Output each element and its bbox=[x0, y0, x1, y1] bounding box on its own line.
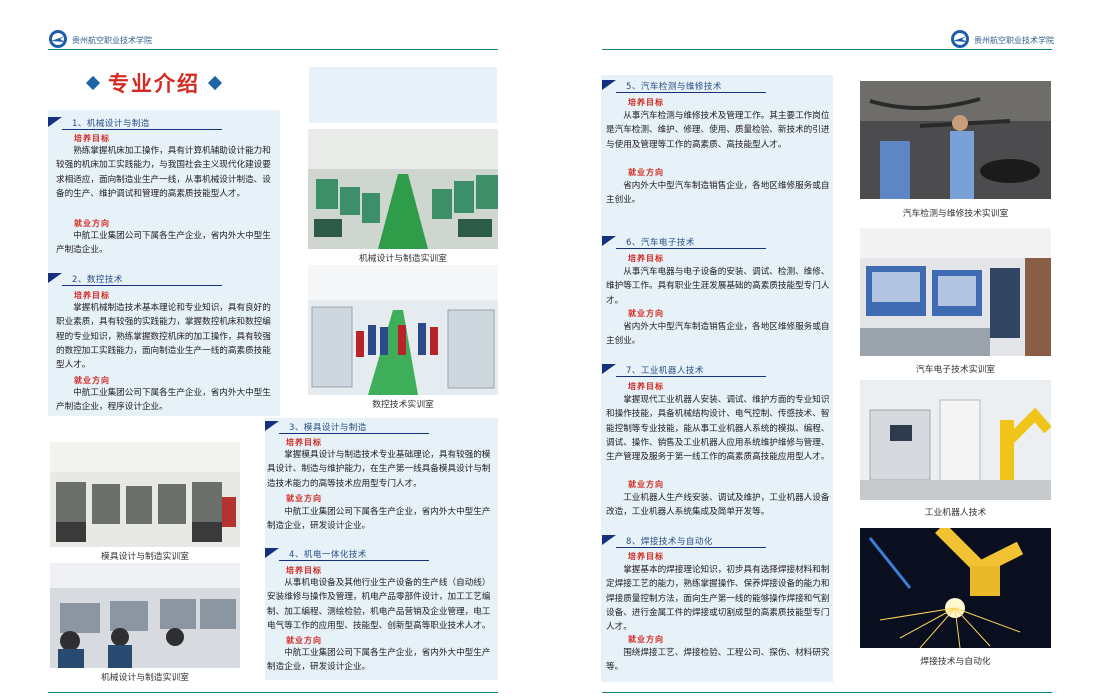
section-8-job-label: 就业方向 bbox=[628, 635, 664, 644]
header-school-name-right: 贵州航空职业技术学院 bbox=[974, 36, 1054, 45]
section-4-job-text: 中航工业集团公司下属各生产企业，省内外大中型生产制造企业，研发设计企业。 bbox=[267, 648, 491, 673]
triangle-marker-icon bbox=[48, 273, 62, 283]
school-logo-icon bbox=[49, 30, 67, 48]
section-7-goal-label: 培养目标 bbox=[628, 382, 664, 391]
triangle-marker-icon bbox=[265, 548, 279, 558]
footer-rule-right bbox=[602, 692, 1052, 693]
heading-rule bbox=[616, 376, 766, 377]
section-3-title: 3、模具设计与制造 bbox=[289, 423, 367, 433]
caption-mold-lab: 模具设计与制造实训室 bbox=[101, 552, 189, 562]
section-1-job-text: 中航工业集团公司下属各生产企业，省内外大中型生产制造企业。 bbox=[56, 231, 271, 256]
section-3-job-text: 中航工业集团公司下属各生产企业，省内外大中型生产制造企业，研发设计企业。 bbox=[267, 507, 491, 532]
photo-robot-lab bbox=[860, 380, 1051, 500]
section-5-title: 5、汽车检测与维修技术 bbox=[626, 82, 722, 92]
section-8-title: 8、焊接技术与自动化 bbox=[626, 537, 713, 547]
section-7-goal-text: 掌握现代工业机器人安装、调试、维护方面的专业知识和操作技能，具备机械结构设计、电… bbox=[606, 395, 830, 463]
triangle-marker-icon bbox=[602, 80, 616, 90]
blank-panel bbox=[309, 67, 497, 123]
caption-machining-lab: 机械设计与制造实训室 bbox=[359, 254, 447, 264]
section-2-title: 2、数控技术 bbox=[72, 275, 123, 285]
caption-computer-lab: 机械设计与制造实训室 bbox=[101, 673, 189, 683]
section-6-job-label: 就业方向 bbox=[628, 309, 664, 318]
caption-auto-repair-lab: 汽车检测与维修技术实训室 bbox=[902, 209, 1009, 219]
section-1-goal-text: 熟练掌握机床加工操作，具有计算机辅助设计能力和较强的机床加工实践能力，与我国社会… bbox=[56, 146, 271, 199]
section-6-job-text: 省内外大中型汽车制造销售企业，各地区维修服务或自主创业。 bbox=[606, 322, 830, 347]
section-1-job-label: 就业方向 bbox=[74, 219, 110, 228]
section-2-job-label: 就业方向 bbox=[74, 376, 110, 385]
diamond-icon bbox=[207, 75, 223, 91]
heading-rule bbox=[279, 560, 429, 561]
photo-cnc-lab bbox=[308, 265, 498, 395]
caption-robot-lab: 工业机器人技术 bbox=[924, 508, 987, 518]
section-6-goal-label: 培养目标 bbox=[628, 254, 664, 263]
triangle-marker-icon bbox=[602, 236, 616, 246]
section-3-goal-text: 掌握模具设计与制造技术专业基础理论，具有较强的模具设计、制造与维护能力，在生产第… bbox=[267, 450, 491, 489]
heading-rule bbox=[279, 433, 429, 434]
triangle-marker-icon bbox=[48, 117, 62, 127]
triangle-marker-icon bbox=[602, 364, 616, 374]
caption-auto-electronics-lab: 汽车电子技术实训室 bbox=[915, 365, 996, 375]
section-5-goal-label: 培养目标 bbox=[628, 98, 664, 107]
header-school-name-left: 贵州航空职业技术学院 bbox=[72, 36, 152, 45]
section-1-goal-label: 培养目标 bbox=[74, 134, 110, 143]
section-8-goal-text: 掌握基本的焊接理论知识，初步具有选择焊接材料和制定焊接工艺的能力，熟练掌握操作、… bbox=[606, 565, 830, 633]
section-4-job-label: 就业方向 bbox=[286, 636, 322, 645]
heading-rule bbox=[616, 248, 766, 249]
section-3-job-label: 就业方向 bbox=[286, 494, 322, 503]
section-1-title: 1、机械设计与制造 bbox=[72, 119, 150, 129]
triangle-marker-icon bbox=[265, 421, 279, 431]
header-rule-right bbox=[602, 49, 1052, 50]
section-7-job-text: 工业机器人生产线安装、调试及维护，工业机器人设备改造，工业机器人系统集成及简单开… bbox=[606, 493, 830, 518]
section-5-job-label: 就业方向 bbox=[628, 168, 664, 177]
photo-machining-lab bbox=[308, 129, 498, 249]
section-3-goal-label: 培养目标 bbox=[286, 438, 322, 447]
page-title: 专业介绍 bbox=[108, 72, 200, 96]
caption-welding-lab: 焊接技术与自动化 bbox=[920, 657, 991, 667]
section-4-goal-label: 培养目标 bbox=[286, 566, 322, 575]
section-2-goal-text: 掌握机械制造技术基本理论和专业知识，具有良好的职业素质，具有较强的实践能力，掌握… bbox=[56, 303, 271, 371]
section-2-job-text: 中航工业集团公司下属各生产企业，省内外大中型生产制造企业，程序设计企业。 bbox=[56, 388, 271, 413]
page-title-block: 专业介绍 bbox=[85, 68, 223, 98]
photo-auto-repair-lab bbox=[860, 81, 1051, 199]
school-logo-icon-right bbox=[951, 30, 969, 48]
photo-mold-lab bbox=[50, 442, 240, 547]
photo-welding-lab bbox=[860, 528, 1051, 648]
section-4-goal-text: 从事机电设备及其他行业生产设备的生产线（自动线）安装维修与操作及管理，机电产品零… bbox=[267, 578, 491, 631]
section-7-title: 7、工业机器人技术 bbox=[626, 366, 704, 376]
section-6-title: 6、汽车电子技术 bbox=[626, 238, 695, 248]
heading-rule bbox=[616, 92, 766, 93]
heading-rule bbox=[62, 285, 222, 286]
caption-cnc-lab: 数控技术实训室 bbox=[372, 400, 434, 410]
diamond-icon bbox=[85, 75, 101, 91]
section-8-goal-label: 培养目标 bbox=[628, 552, 664, 561]
section-7-job-label: 就业方向 bbox=[628, 480, 664, 489]
section-5-goal-text: 从事汽车检测与维修技术及管理工作。其主要工作岗位是汽车检测、维护、修理、使用、质… bbox=[606, 111, 830, 150]
section-2-goal-label: 培养目标 bbox=[74, 291, 110, 300]
footer-rule-left bbox=[48, 692, 498, 693]
heading-rule bbox=[62, 129, 222, 130]
section-8-job-text: 围绕焊接工艺、焊接检验、工程公司、探伤、材料研究等。 bbox=[606, 648, 830, 673]
photo-auto-electronics-lab bbox=[860, 228, 1051, 356]
triangle-marker-icon bbox=[602, 535, 616, 545]
heading-rule bbox=[616, 547, 766, 548]
header-rule-left bbox=[48, 49, 498, 50]
section-4-title: 4、机电一体化技术 bbox=[289, 550, 367, 560]
photo-computer-lab bbox=[50, 563, 240, 668]
section-5-job-text: 省内外大中型汽车制造销售企业，各地区维修服务或自主创业。 bbox=[606, 181, 830, 206]
section-6-goal-text: 从事汽车电器与电子设备的安装、调试、检测、维修、维护等工作。具有职业生涯发展基础… bbox=[606, 267, 830, 306]
